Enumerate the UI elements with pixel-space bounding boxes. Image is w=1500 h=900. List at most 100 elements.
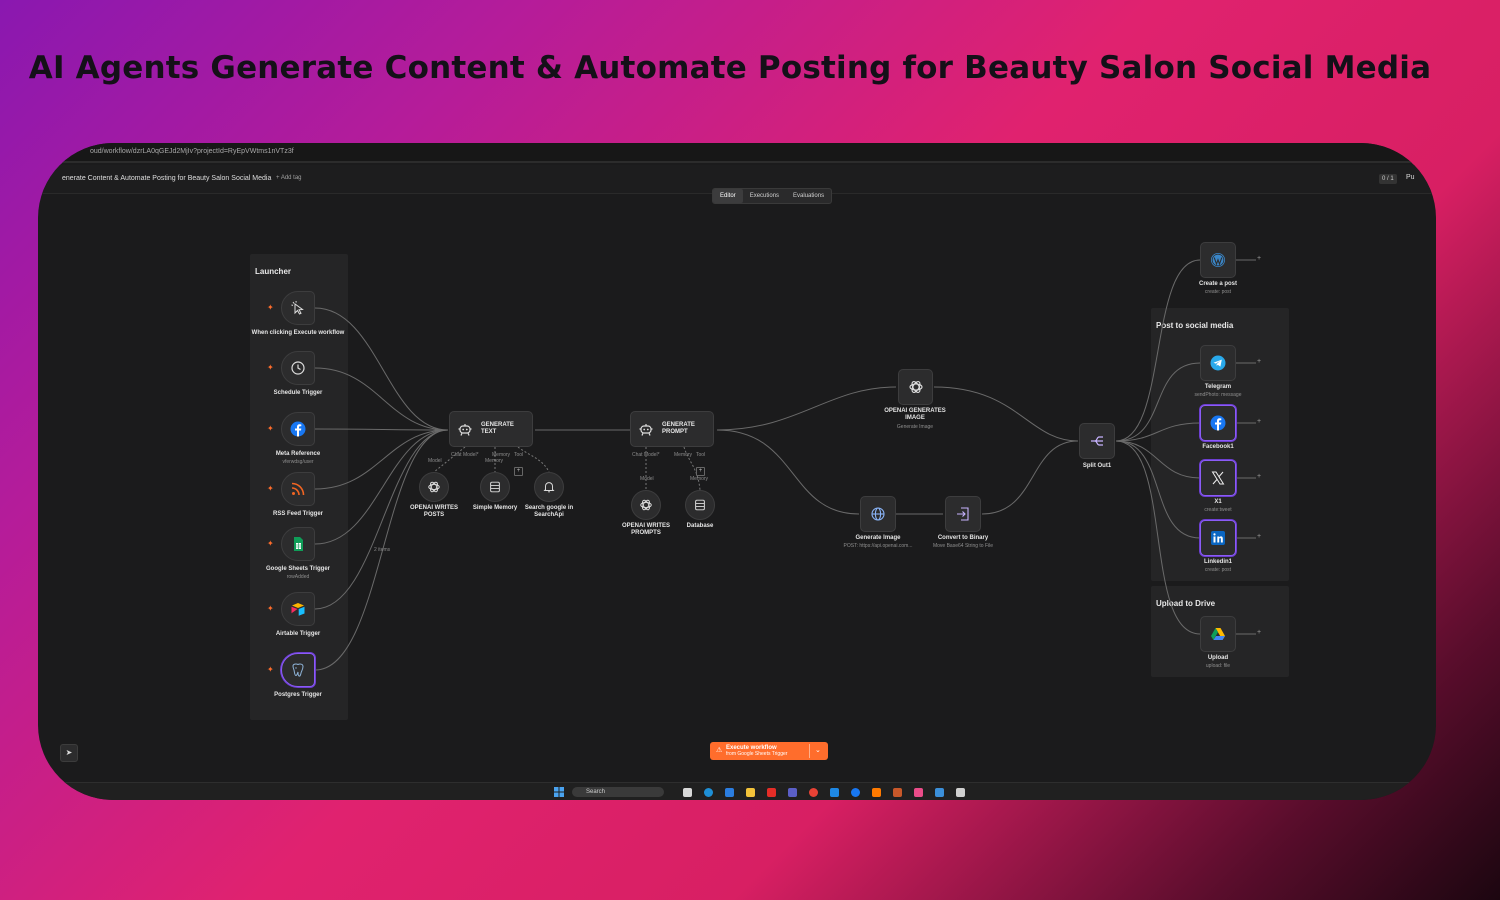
edge — [314, 367, 449, 431]
add-node-button[interactable]: + — [1257, 473, 1261, 480]
edge-items-label: 2 items — [374, 547, 391, 553]
page-headline: AI Agents Generate Content & Automate Po… — [28, 50, 1432, 86]
node-search-google[interactable] — [534, 472, 564, 502]
sub-port-label: Memory — [690, 476, 709, 482]
node-manual-trigger[interactable] — [281, 291, 315, 325]
node-label: Airtable Trigger — [275, 631, 321, 637]
flask-icon: ⚠ — [716, 747, 723, 754]
node-label: Create a post — [1198, 281, 1237, 287]
linkedin-icon — [1211, 531, 1225, 545]
port-tool[interactable]: Tool — [514, 452, 523, 458]
windows-start-icon[interactable] — [554, 787, 564, 797]
facebook-icon — [290, 421, 306, 437]
robot-icon — [639, 424, 653, 436]
google-drive-icon — [1211, 628, 1225, 640]
node-label: When clicking Execute workflow — [251, 330, 345, 336]
node-openai-generates-image[interactable] — [898, 369, 933, 405]
folder-icon[interactable] — [746, 788, 755, 797]
node-label: RSS Feed Trigger — [272, 511, 323, 517]
node-label: OPENAI GENERATES IMAGE — [884, 408, 946, 421]
node-label: Linkedin1 — [1203, 559, 1232, 565]
openai-icon — [428, 481, 440, 493]
node-label: Search google in SearchApi — [524, 505, 574, 518]
database-icon — [490, 481, 500, 493]
edge — [1115, 440, 1201, 539]
node-telegram[interactable] — [1200, 345, 1236, 381]
node-rss-trigger[interactable] — [281, 472, 315, 506]
trigger-bolt-icon: ✦ — [267, 363, 274, 372]
add-node-button[interactable]: + — [1257, 629, 1261, 636]
chrome-icon[interactable] — [809, 788, 818, 797]
postgres-icon — [292, 663, 304, 677]
os-taskbar: Search — [38, 782, 1436, 800]
node-meta-reference[interactable] — [281, 412, 315, 446]
split-icon — [1091, 436, 1103, 446]
node-label: Database — [686, 523, 714, 529]
port-tool[interactable]: Tool — [696, 452, 705, 458]
port-memory[interactable]: Memory — [674, 452, 692, 458]
execute-label-group: Execute workflow from Google Sheets Trig… — [726, 745, 787, 757]
node-postgres-trigger[interactable] — [281, 653, 315, 687]
add-node-button[interactable]: + — [1257, 533, 1261, 540]
node-openai-writes-prompts[interactable] — [631, 490, 661, 520]
node-subtitle: create:tweet — [1204, 507, 1232, 513]
edge-browser-icon[interactable] — [704, 788, 713, 797]
app-icon[interactable] — [830, 788, 839, 797]
add-tool-button[interactable]: + — [514, 467, 523, 476]
facebook-icon[interactable] — [851, 788, 860, 797]
chevron-down-icon[interactable]: ⌄ — [815, 746, 821, 754]
node-simple-memory[interactable] — [480, 472, 510, 502]
app-icon[interactable] — [914, 788, 923, 797]
node-schedule-trigger[interactable] — [281, 351, 315, 385]
node-subtitle: create: post — [1204, 567, 1232, 573]
node-wordpress-create-post[interactable] — [1200, 242, 1236, 278]
app-icon[interactable] — [935, 788, 944, 797]
trigger-bolt-icon: ✦ — [267, 424, 274, 433]
add-tool-button[interactable]: + — [696, 467, 705, 476]
taskbar-search[interactable]: Search — [572, 787, 664, 797]
node-label: Postgres Trigger — [274, 692, 322, 698]
facebook-icon — [1210, 415, 1226, 431]
edge — [1115, 362, 1201, 442]
node-generate-prompt-agent[interactable]: GENERATE PROMPT — [630, 411, 714, 447]
file-icon[interactable] — [683, 788, 692, 797]
node-generate-image-http[interactable] — [860, 496, 896, 532]
app-icon[interactable] — [893, 788, 902, 797]
store-icon[interactable] — [725, 788, 734, 797]
node-subtitle: Generate Image — [896, 424, 934, 430]
convert-file-icon — [957, 507, 969, 521]
telegram-icon — [1210, 355, 1226, 371]
cursor-click-icon — [291, 300, 304, 315]
node-subtitle: upload: file — [1205, 663, 1231, 669]
node-label: X1 — [1214, 499, 1222, 505]
node-airtable-trigger[interactable] — [281, 592, 315, 626]
x-icon — [1211, 471, 1225, 485]
node-generate-text-agent[interactable]: GENERATE TEXT — [449, 411, 533, 447]
port-chat-model[interactable]: Chat Model* — [451, 452, 479, 458]
node-facebook[interactable] — [1200, 405, 1236, 441]
node-linkedin[interactable] — [1200, 520, 1236, 556]
execute-workflow-button[interactable]: ⚠ Execute workflow from Google Sheets Tr… — [710, 742, 828, 760]
node-split-out[interactable] — [1079, 423, 1115, 459]
port-chat-model[interactable]: Chat Model* — [632, 452, 660, 458]
app-icon[interactable] — [956, 788, 965, 797]
youtube-icon[interactable] — [767, 788, 776, 797]
add-node-button[interactable]: + — [1257, 358, 1261, 365]
sub-port-label: Model — [428, 458, 442, 464]
openai-icon — [640, 499, 652, 511]
firefox-icon[interactable] — [872, 788, 881, 797]
node-openai-writes-posts[interactable] — [419, 472, 449, 502]
node-google-drive-upload[interactable] — [1200, 616, 1236, 652]
node-label: GENERATE TEXT — [481, 422, 514, 435]
teams-icon[interactable] — [788, 788, 797, 797]
node-convert-to-binary[interactable] — [945, 496, 981, 532]
add-node-button[interactable]: + — [1257, 418, 1261, 425]
pointer-tool-icon[interactable]: ➤ — [60, 744, 78, 762]
node-x[interactable] — [1200, 460, 1236, 496]
clock-icon — [291, 361, 305, 375]
node-database[interactable] — [685, 490, 715, 520]
node-label: Upload — [1207, 655, 1229, 661]
wordpress-icon — [1211, 253, 1225, 267]
add-node-button[interactable]: + — [1257, 255, 1261, 262]
node-google-sheets-trigger[interactable] — [281, 527, 315, 561]
